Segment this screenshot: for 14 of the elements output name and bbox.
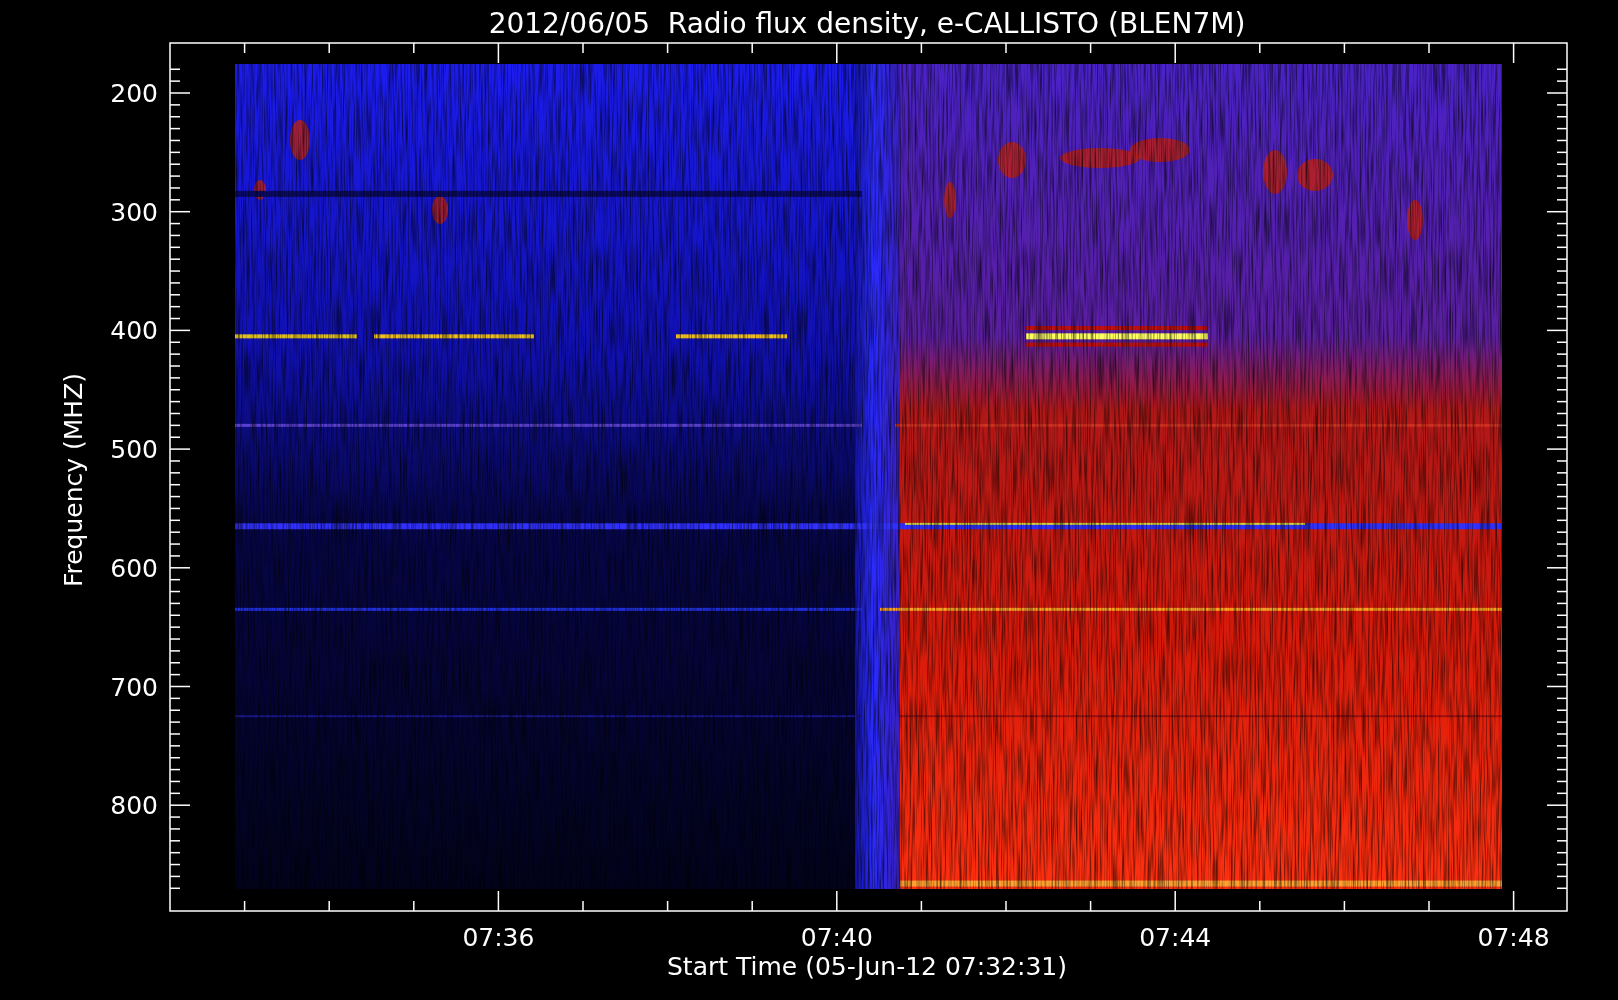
x-tick-label: 07:44 <box>1139 923 1212 952</box>
chart-title: 2012/06/05 Radio flux density, e-CALLISTO (BLEN7M) <box>488 7 1246 40</box>
y-tick-label: 800 <box>110 791 158 821</box>
x-tick-label: 07:40 <box>800 923 873 952</box>
y-tick-label: 500 <box>110 435 158 465</box>
x-tick-label: 07:48 <box>1477 923 1550 952</box>
y-tick-label: 300 <box>110 197 158 227</box>
y-tick-label: 400 <box>110 316 158 346</box>
y-tick-label: 700 <box>110 672 158 702</box>
y-tick-label: 200 <box>110 79 158 108</box>
x-tick-label: 07:36 <box>462 923 535 952</box>
x-axis-label: Start Time (05-Jun-12 07:32:31) <box>667 952 1067 981</box>
y-tick-label: 600 <box>110 553 158 583</box>
y-axis-label: Frequency (MHZ) <box>59 372 88 588</box>
